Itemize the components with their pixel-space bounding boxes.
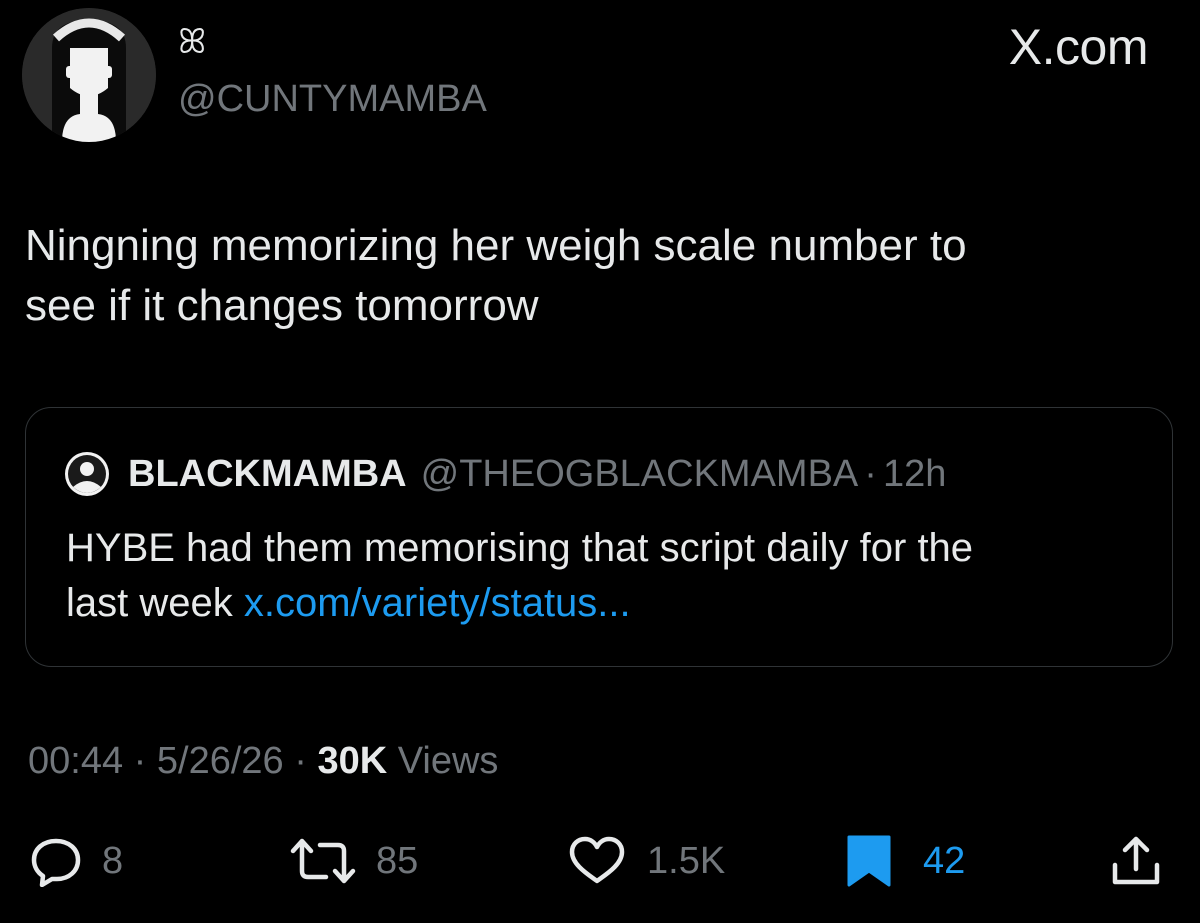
brand-watermark: X.com [1008, 19, 1149, 75]
reply-button[interactable]: 8 [30, 835, 123, 887]
tweet-text-line: see if it changes tomorrow [25, 281, 539, 330]
quoted-tweet-card[interactable]: BLACKMAMBA @THEOGBLACKMAMBA · 12h HYBE h… [25, 407, 1173, 667]
quoted-text: HYBE had them memorising that script dai… [66, 521, 1146, 631]
repost-button[interactable]: 85 [290, 835, 418, 887]
bookmark-icon [847, 835, 891, 887]
author-handle[interactable]: @CUNTYMAMBA [178, 78, 487, 121]
reply-count: 8 [102, 839, 124, 882]
quoted-link[interactable]: x.com/variety/status... [244, 581, 631, 625]
repost-count: 85 [376, 839, 419, 882]
reply-icon [31, 838, 81, 887]
tweet-meta: 00:44 · 5/26/26 · 30K Views [28, 740, 498, 783]
display-name[interactable]: ꕤ [178, 22, 206, 62]
avatar-image [22, 8, 156, 142]
separator-dot: · [864, 452, 877, 495]
quoted-text-line: last week x.com/variety/status... [66, 576, 1146, 631]
bookmark-count: 42 [923, 839, 966, 882]
quoted-text-segment: last week [66, 581, 244, 625]
quoted-text-line: HYBE had them memorising that script dai… [66, 526, 974, 570]
views-label: Views [397, 740, 499, 782]
separator-dot: · [294, 740, 307, 782]
heart-icon [569, 836, 625, 884]
repost-icon [290, 838, 356, 884]
share-icon [1112, 836, 1160, 885]
quoted-avatar-icon [65, 452, 109, 496]
views-count: 30K [317, 740, 388, 782]
separator-dot: · [133, 740, 147, 782]
tweet-text-line: Ningning memorizing her weigh scale numb… [25, 221, 967, 270]
tweet-time[interactable]: 00:44 [28, 740, 123, 782]
quoted-tweet-header: BLACKMAMBA @THEOGBLACKMAMBA · 12h [64, 450, 946, 498]
tweet-text: Ningning memorizing her weigh scale numb… [25, 216, 1165, 336]
bookmark-button[interactable]: 42 [845, 835, 965, 887]
avatar[interactable] [22, 8, 156, 142]
like-button[interactable]: 1.5K [567, 835, 725, 887]
share-button[interactable] [1110, 835, 1162, 887]
like-count: 1.5K [647, 839, 726, 882]
quoted-name[interactable]: BLACKMAMBA [128, 453, 407, 496]
quoted-handle[interactable]: @THEOGBLACKMAMBA [421, 453, 859, 496]
quoted-time[interactable]: 12h [883, 453, 946, 496]
tweet-date[interactable]: 5/26/26 [157, 740, 284, 782]
